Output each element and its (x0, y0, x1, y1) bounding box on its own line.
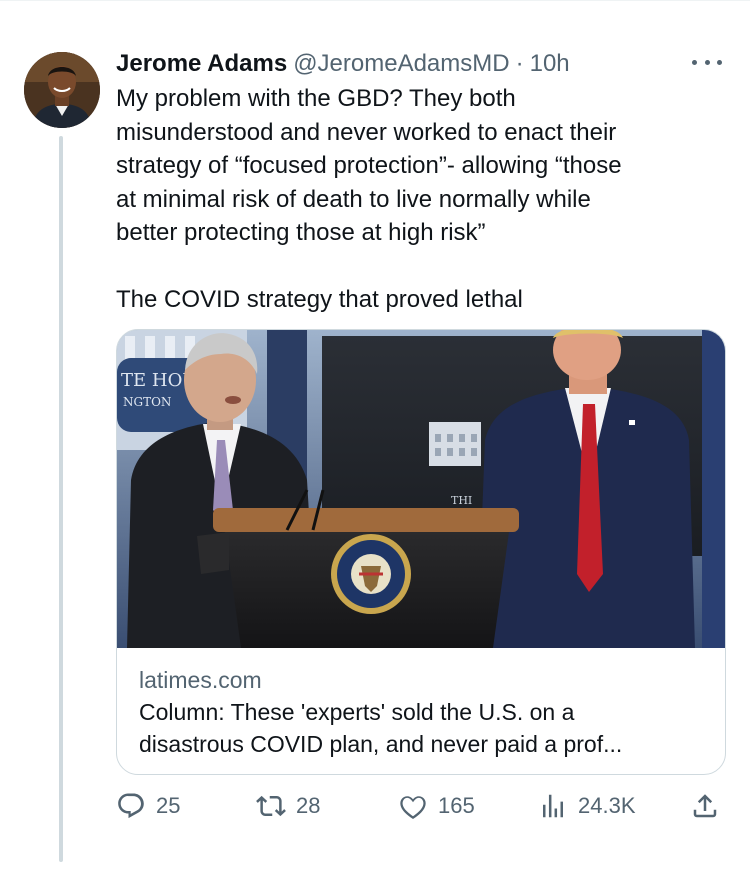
author-handle[interactable]: @JeromeAdamsMD (293, 50, 509, 78)
card-title-line: disastrous COVID plan, and never paid a … (139, 731, 623, 757)
action-bar: 25 28 165 24.3K (116, 786, 728, 826)
avatar-image (24, 52, 100, 128)
tweet-paragraph-2: The COVID strategy that proved lethal (116, 286, 523, 313)
reply-count: 25 (156, 793, 181, 818)
tweet-line: My problem with the GBD? They both (116, 85, 516, 112)
share-icon (693, 794, 717, 818)
tweet-line: strategy of “focused protection”- allowi… (116, 152, 622, 179)
views-count: 24.3K (578, 793, 636, 818)
tweet-line: misunderstood and never worked to enact … (116, 118, 617, 146)
signage-text: NGTON (123, 395, 171, 409)
repost-icon (256, 795, 286, 817)
card-title-line: Column: These 'experts' sold the U.S. on… (139, 699, 575, 725)
repost-button[interactable]: 28 (256, 786, 320, 826)
timestamp[interactable]: 10h (530, 50, 570, 78)
top-divider (0, 0, 750, 1)
share-button[interactable] (690, 786, 720, 826)
card-domain: latimes.com (139, 667, 262, 693)
thread-line (59, 136, 63, 862)
more-icon[interactable] (692, 55, 722, 69)
card-image[interactable]: TE HOU NGTON THI (117, 330, 725, 648)
like-button[interactable]: 165 (398, 786, 475, 826)
views-button[interactable]: 24.3K (538, 786, 636, 826)
reply-button[interactable]: 25 (116, 786, 180, 826)
card-title: Column: These 'experts' sold the U.S. on… (139, 696, 703, 760)
views-icon (543, 794, 563, 818)
like-icon (400, 796, 426, 819)
card-meta: latimes.com Column: These 'experts' sold… (139, 664, 703, 760)
tweet-line: at minimal risk of death to live normall… (116, 185, 591, 213)
author-name[interactable]: Jerome Adams (116, 50, 287, 78)
like-count: 165 (438, 793, 475, 818)
tweet-header: Jerome Adams @JeromeAdamsMD · 10h (116, 44, 726, 84)
avatar[interactable] (24, 52, 100, 128)
tweet-text: My problem with the GBD? They both misun… (116, 82, 728, 317)
link-card[interactable]: TE HOU NGTON THI latimes.com Column: The… (116, 329, 726, 775)
tweet-line: better protecting those at high risk” (116, 219, 486, 246)
reply-icon (118, 793, 144, 819)
tweet-paragraph-1: My problem with the GBD? They both misun… (116, 82, 728, 250)
signage-text: THI (451, 494, 472, 507)
repost-count: 28 (296, 793, 321, 818)
separator-dot: · (515, 50, 524, 77)
